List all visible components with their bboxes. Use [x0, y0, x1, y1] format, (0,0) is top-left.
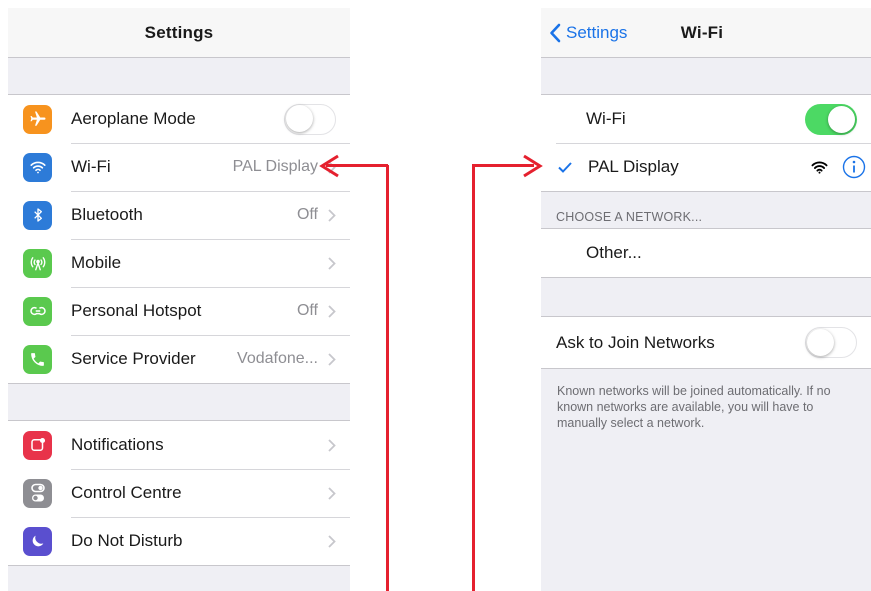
settings-screen: Settings Aeroplane Mode Wi-Fi PAL Displa… — [8, 8, 350, 591]
settings-row-wifi[interactable]: Wi-Fi PAL Display — [8, 143, 350, 191]
footer-note: Known networks will be joined automatica… — [557, 384, 831, 430]
switches-icon — [23, 478, 52, 508]
other-network-group: Other... — [541, 228, 871, 278]
hotspot-icon — [23, 296, 52, 326]
wifi-label: Wi-Fi — [586, 109, 626, 128]
row-label: Service Provider — [71, 349, 196, 368]
ask-to-join-row: Ask to Join Networks — [541, 317, 871, 368]
chevron-right-icon — [328, 486, 336, 500]
arrowhead-right-icon — [523, 154, 543, 178]
ask-to-join-toggle[interactable] — [805, 327, 857, 358]
settings-row-service-provider[interactable]: Service Provider Vodafone... — [8, 335, 350, 383]
row-label: Notifications — [71, 435, 164, 454]
row-label: Wi-Fi — [71, 157, 111, 176]
wifi-toggle-row: Wi-Fi — [541, 95, 871, 143]
notifications-icon — [23, 430, 52, 460]
wifi-toggle[interactable] — [805, 103, 857, 135]
page-title: Wi-Fi — [680, 22, 724, 42]
row-label: Personal Hotspot — [71, 301, 202, 320]
chevron-right-icon — [328, 534, 336, 548]
ask-to-join-label: Ask to Join Networks — [556, 332, 715, 352]
settings-row-mobile[interactable]: Mobile — [8, 239, 350, 287]
row-value: Vodafone... — [237, 350, 318, 367]
connector-arrow-line — [386, 165, 389, 591]
settings-row-control-centre[interactable]: Control Centre — [8, 469, 350, 517]
row-label: Do Not Disturb — [71, 531, 183, 550]
other-label: Other... — [586, 243, 642, 262]
chevron-right-icon — [328, 256, 336, 270]
navigation-bar: Settings — [8, 8, 350, 58]
back-button-label: Settings — [566, 23, 628, 42]
connectivity-group: Aeroplane Mode Wi-Fi PAL Display Bluetoo… — [8, 94, 350, 384]
checkmark-icon — [558, 161, 572, 173]
wifi-signal-icon — [811, 161, 828, 174]
row-value: Off — [296, 206, 318, 223]
navigation-bar: Settings Wi-Fi — [541, 8, 871, 58]
row-value: Off — [296, 302, 318, 319]
back-button[interactable]: Settings — [549, 8, 627, 58]
airplane-icon — [23, 104, 52, 134]
wifi-screen: Settings Wi-Fi Wi-Fi PAL Display CHOOSE … — [541, 8, 871, 591]
wifi-icon — [23, 152, 52, 182]
aeroplane-mode-toggle[interactable] — [284, 103, 336, 135]
chevron-left-icon — [550, 23, 561, 43]
page-title: Settings — [144, 22, 214, 42]
network-name: PAL Display — [588, 157, 679, 176]
chevron-right-icon — [328, 208, 336, 222]
connected-network-row[interactable]: PAL Display — [541, 143, 871, 191]
settings-row-personal-hotspot[interactable]: Personal Hotspot Off — [8, 287, 350, 335]
wifi-group: Wi-Fi PAL Display — [541, 94, 871, 192]
row-label: Bluetooth — [71, 205, 143, 224]
phone-icon — [23, 344, 52, 374]
settings-row-aeroplane-mode: Aeroplane Mode — [8, 95, 350, 143]
row-value: PAL Display — [232, 158, 318, 175]
system-group: Notifications Control Centre Do Not Dist… — [8, 420, 350, 566]
ask-to-join-group: Ask to Join Networks — [541, 316, 871, 369]
other-network-row[interactable]: Other... — [541, 229, 871, 277]
moon-icon — [23, 526, 52, 556]
choose-network-header: CHOOSE A NETWORK... — [556, 210, 703, 224]
arrowhead-left-icon — [319, 154, 339, 178]
row-label: Mobile — [71, 253, 122, 272]
settings-row-bluetooth[interactable]: Bluetooth Off — [8, 191, 350, 239]
settings-row-notifications[interactable]: Notifications — [8, 421, 350, 469]
connector-arrow-line — [472, 165, 475, 591]
row-label: Aeroplane Mode — [71, 109, 196, 128]
antenna-icon — [23, 248, 52, 278]
row-label: Control Centre — [71, 483, 182, 502]
info-icon[interactable] — [842, 155, 866, 179]
chevron-right-icon — [328, 438, 336, 452]
bluetooth-icon — [23, 200, 52, 230]
settings-row-do-not-disturb[interactable]: Do Not Disturb — [8, 517, 350, 565]
chevron-right-icon — [328, 304, 336, 318]
chevron-right-icon — [328, 352, 336, 366]
